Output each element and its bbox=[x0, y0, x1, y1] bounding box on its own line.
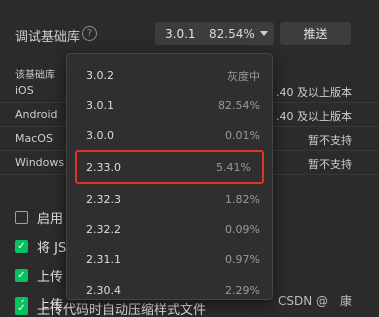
option-label: 将 JS bbox=[37, 240, 67, 256]
platform-name: iOS bbox=[15, 84, 34, 97]
header: 调试基础库 ? 3.0.1 82.54% 推送 bbox=[0, 0, 379, 60]
item-percent: 0.97% bbox=[225, 253, 260, 266]
item-percent: 5.41% bbox=[216, 160, 251, 174]
item-version: 2.31.1 bbox=[86, 253, 121, 266]
option-label: 上传 bbox=[37, 269, 64, 285]
support-value: 暂不支持 bbox=[308, 134, 352, 147]
checkbox[interactable]: ✓ bbox=[15, 239, 28, 253]
support-info-description: 该基础库 bbox=[15, 70, 55, 81]
item-version: 3.0.2 bbox=[86, 69, 114, 82]
checkbox[interactable] bbox=[15, 210, 28, 224]
push-button[interactable]: 推送 bbox=[280, 22, 351, 45]
item-percent: 2.29% bbox=[225, 284, 260, 297]
item-percent: 0.01% bbox=[225, 129, 260, 142]
selected-percent: 82.54% bbox=[209, 26, 255, 41]
option-label: 启用 bbox=[37, 211, 64, 227]
item-version: 2.32.3 bbox=[86, 193, 121, 206]
item-version: 3.0.1 bbox=[86, 99, 114, 112]
support-value: 暂不支持 bbox=[308, 158, 352, 171]
selected-version: 3.0.1 bbox=[165, 26, 196, 41]
option-row[interactable]: ✓ 上传代码时自动压缩样式文件 bbox=[15, 299, 206, 317]
item-percent: 灰度中 bbox=[227, 69, 260, 83]
item-version: 2.33.0 bbox=[86, 160, 121, 174]
watermark: CSDN @ 康 bbox=[278, 294, 353, 308]
support-value: .40 及以上版本 bbox=[276, 86, 352, 99]
item-version: 2.30.4 bbox=[86, 284, 121, 297]
item-version: 2.32.2 bbox=[86, 223, 121, 236]
item-percent: 82.54% bbox=[218, 99, 260, 112]
dropdown-item-2.30.4[interactable]: 2.30.4 2.29% bbox=[67, 275, 272, 299]
item-percent: 0.09% bbox=[225, 223, 260, 236]
chevron-down-icon bbox=[260, 31, 268, 36]
checkbox[interactable]: ✓ bbox=[15, 268, 28, 282]
dropdown-item-2.32.3[interactable]: 2.32.3 1.82% bbox=[67, 184, 272, 215]
support-value: .40 及以上版本 bbox=[276, 110, 352, 123]
option-row[interactable]: 启用 bbox=[15, 208, 64, 227]
platform-name: MacOS bbox=[15, 132, 53, 145]
platform-name: Windows bbox=[15, 156, 65, 169]
option-label: 上传代码时自动压缩样式文件 bbox=[37, 302, 207, 317]
dropdown-item-2.31.1[interactable]: 2.31.1 0.97% bbox=[67, 244, 272, 275]
version-dropdown-menu: 3.0.2 灰度中 3.0.1 82.54% 3.0.0 0.01% 2.33.… bbox=[66, 53, 273, 300]
checkbox[interactable]: ✓ bbox=[15, 301, 28, 315]
platform-name: Android bbox=[15, 108, 58, 121]
dropdown-item-2.33.0[interactable]: 2.33.0 5.41% bbox=[75, 150, 264, 184]
dropdown-item-2.32.2[interactable]: 2.32.2 0.09% bbox=[67, 214, 272, 245]
debug-base-library-label: 调试基础库 bbox=[15, 30, 81, 45]
dropdown-item-3.0.0[interactable]: 3.0.0 0.01% bbox=[67, 120, 272, 151]
option-row[interactable]: ✓ 上传 bbox=[15, 266, 64, 285]
option-row[interactable]: ✓ 将 JS bbox=[15, 237, 67, 256]
version-select[interactable]: 3.0.1 82.54% bbox=[155, 22, 274, 45]
dropdown-item-3.0.1[interactable]: 3.0.1 82.54% bbox=[67, 90, 272, 121]
dropdown-item-3.0.2[interactable]: 3.0.2 灰度中 bbox=[67, 60, 272, 91]
item-version: 3.0.0 bbox=[86, 129, 114, 142]
help-icon[interactable]: ? bbox=[82, 26, 97, 41]
item-percent: 1.82% bbox=[225, 193, 260, 206]
